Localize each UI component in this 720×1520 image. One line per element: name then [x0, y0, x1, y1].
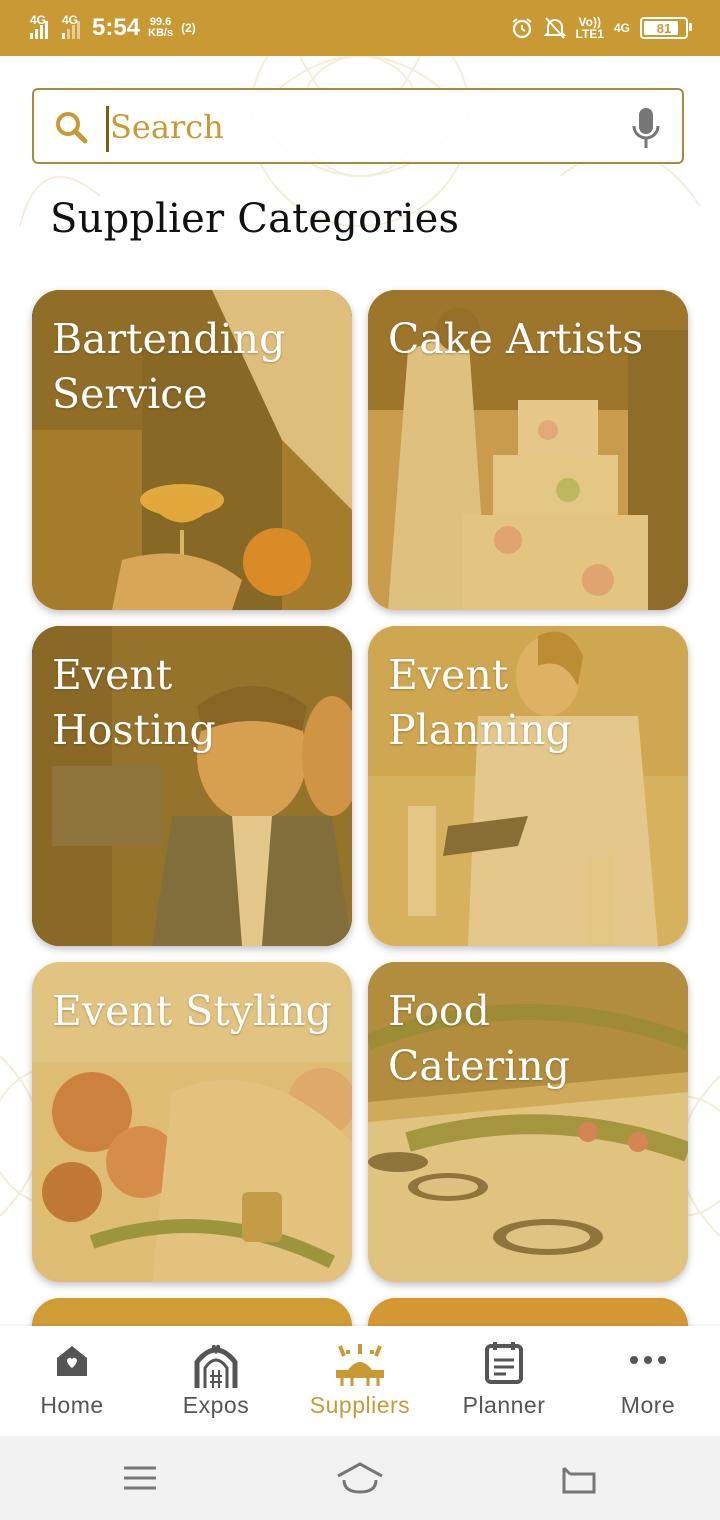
clock: 5:54	[92, 14, 141, 41]
signal-strength-icon-2: 4G	[62, 13, 80, 39]
planner-document-icon	[485, 1342, 523, 1384]
category-card-partial-right[interactable]	[368, 1298, 688, 1326]
nav-label: Expos	[182, 1392, 250, 1418]
volte-indicator: Vo)) LTE1	[576, 16, 604, 40]
back-button-icon[interactable]	[548, 1456, 608, 1500]
category-card-bartending[interactable]: Bartending Service	[32, 290, 352, 610]
home-icon	[57, 1346, 87, 1376]
category-card-event-styling[interactable]: Event Styling	[32, 962, 352, 1282]
nav-label: More	[620, 1392, 676, 1418]
nav-label: Home	[40, 1392, 104, 1418]
category-label: Event Planning	[388, 651, 572, 754]
venue-arch-icon	[194, 1344, 238, 1388]
category-label: Bartending Service	[52, 315, 286, 418]
category-card-cake-artists[interactable]: Cake Artists	[368, 290, 688, 610]
recent-apps-icon[interactable]	[110, 1456, 170, 1500]
hotspot-icon: (2)	[181, 21, 196, 35]
text-cursor	[106, 106, 109, 152]
signal-strength-icon: 4G	[30, 13, 48, 39]
nav-more[interactable]: More	[576, 1326, 720, 1436]
nav-planner[interactable]: Planner	[432, 1326, 576, 1436]
network-type-2: 4G	[62, 13, 79, 27]
speed-unit: KB/s	[148, 27, 174, 39]
network-speed: 99.6 KB/s	[148, 17, 173, 39]
category-card-food-catering[interactable]: Food Catering	[368, 962, 688, 1282]
microphone-icon[interactable]	[630, 106, 662, 150]
page-title: Supplier Categories	[50, 196, 460, 242]
system-navigation-bar	[0, 1436, 720, 1520]
category-label: Cake Artists	[388, 315, 644, 363]
nav-expos[interactable]: Expos	[144, 1326, 288, 1436]
network-type: 4G	[30, 13, 47, 27]
home-button-icon[interactable]	[330, 1456, 390, 1500]
battery-level: 81	[656, 20, 672, 36]
category-label: Event Styling	[52, 987, 332, 1035]
nav-label: Suppliers	[309, 1392, 411, 1418]
battery-icon: 81	[640, 17, 692, 39]
category-label: Event Hosting	[52, 651, 216, 754]
search-input[interactable]	[110, 102, 610, 152]
nav-label: Planner	[462, 1392, 546, 1418]
category-label: Food Catering	[388, 987, 570, 1090]
search-icon	[56, 112, 88, 144]
search-bar[interactable]	[32, 88, 684, 164]
volte-bottom: LTE1	[575, 27, 604, 41]
nav-home[interactable]: Home	[0, 1326, 144, 1436]
nav-suppliers[interactable]: Suppliers	[288, 1326, 432, 1436]
bottom-navigation: Home Expos Suppliers Planner More	[0, 1326, 720, 1436]
status-bar: 4G 4G 5:54 99.6 KB/s (2) Vo)) LTE1 4G 81	[0, 0, 720, 56]
more-dots-icon	[630, 1356, 666, 1364]
category-card-partial-left[interactable]	[32, 1298, 352, 1326]
alarm-icon	[511, 18, 532, 39]
category-card-event-hosting[interactable]: Event Hosting	[32, 626, 352, 946]
network-type-3: 4G	[613, 21, 630, 35]
category-card-event-planning[interactable]: Event Planning	[368, 626, 688, 946]
notifications-off-icon	[543, 17, 566, 39]
suppliers-table-icon	[336, 1344, 384, 1386]
